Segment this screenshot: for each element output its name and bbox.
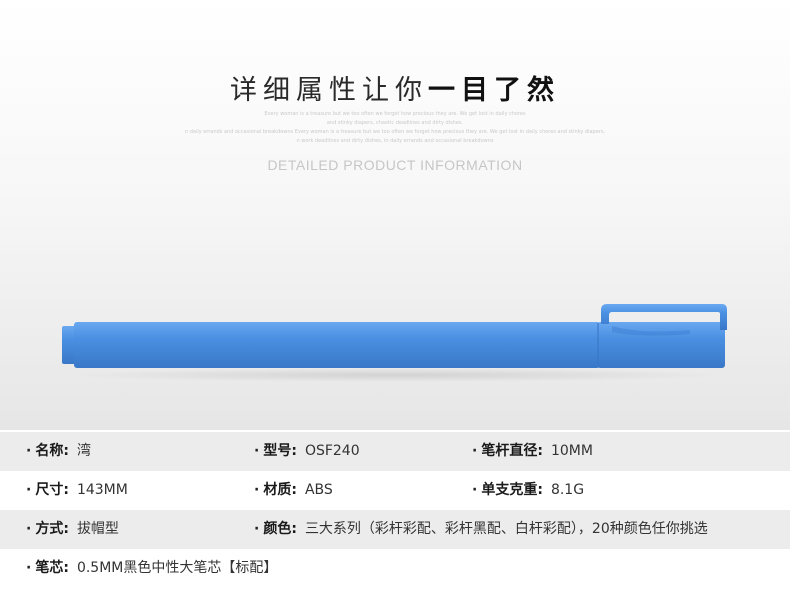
pen-barrel	[74, 322, 600, 368]
spec-item-model: · 型号: OSF240	[254, 443, 360, 459]
pen-shadow	[60, 368, 730, 382]
page-subtitle: DETAILED PRODUCT INFORMATION	[267, 157, 523, 173]
fine-print-line: n daily errands and occasional breakdown…	[184, 129, 606, 135]
product-image	[0, 290, 790, 400]
spec-table: · 名称: 湾 · 型号: OSF240 · 笔杆直径: 10MM · 尺寸: 143MM · 材…	[0, 432, 790, 588]
fine-print-line: n work deadlines and dirty dishes, in da…	[296, 138, 494, 144]
fine-print-line: and stinky diapers, chaotic deadlines an…	[326, 120, 464, 126]
spec-row: · 方式: 拔帽型 · 颜色: 三大系列（彩杆彩配、彩杆黑配、白杆彩配），20种颜色任你…	[0, 510, 790, 549]
spec-row: · 名称: 湾 · 型号: OSF240 · 笔杆直径: 10MM	[0, 432, 790, 471]
fine-print-line: Every woman is a treasure but we too oft…	[264, 111, 526, 117]
pen-illustration	[62, 304, 727, 368]
spec-item-name: · 名称: 湾	[26, 443, 91, 459]
spec-item-size: · 尺寸: 143MM	[26, 482, 128, 498]
hero-banner: 详细属性让你一目了然 Every woman is a treasure but…	[0, 0, 790, 430]
spec-item-material: · 材质: ABS	[254, 482, 333, 498]
title-bold-part: 一目了然	[428, 75, 560, 106]
title-light-part: 详细属性让你	[230, 75, 428, 106]
page-title: 详细属性让你一目了然	[0, 68, 790, 107]
spec-row: · 笔芯: 0.5MM黑色中性大笔芯【标配】	[0, 549, 790, 588]
spec-item-diameter: · 笔杆直径: 10MM	[472, 443, 593, 459]
spec-item-weight: · 单支克重: 8.1G	[472, 482, 585, 498]
spec-item-color: · 颜色: 三大系列（彩杆彩配、彩杆黑配、白杆彩配），20种颜色任你挑选	[254, 521, 708, 537]
pen-end-plug	[62, 326, 76, 364]
spec-item-refill: · 笔芯: 0.5MM黑色中性大笔芯【标配】	[26, 560, 278, 576]
spec-item-method: · 方式: 拔帽型	[26, 521, 119, 537]
spec-row: · 尺寸: 143MM · 材质: ABS · 单支克重: 8.1G	[0, 471, 790, 510]
